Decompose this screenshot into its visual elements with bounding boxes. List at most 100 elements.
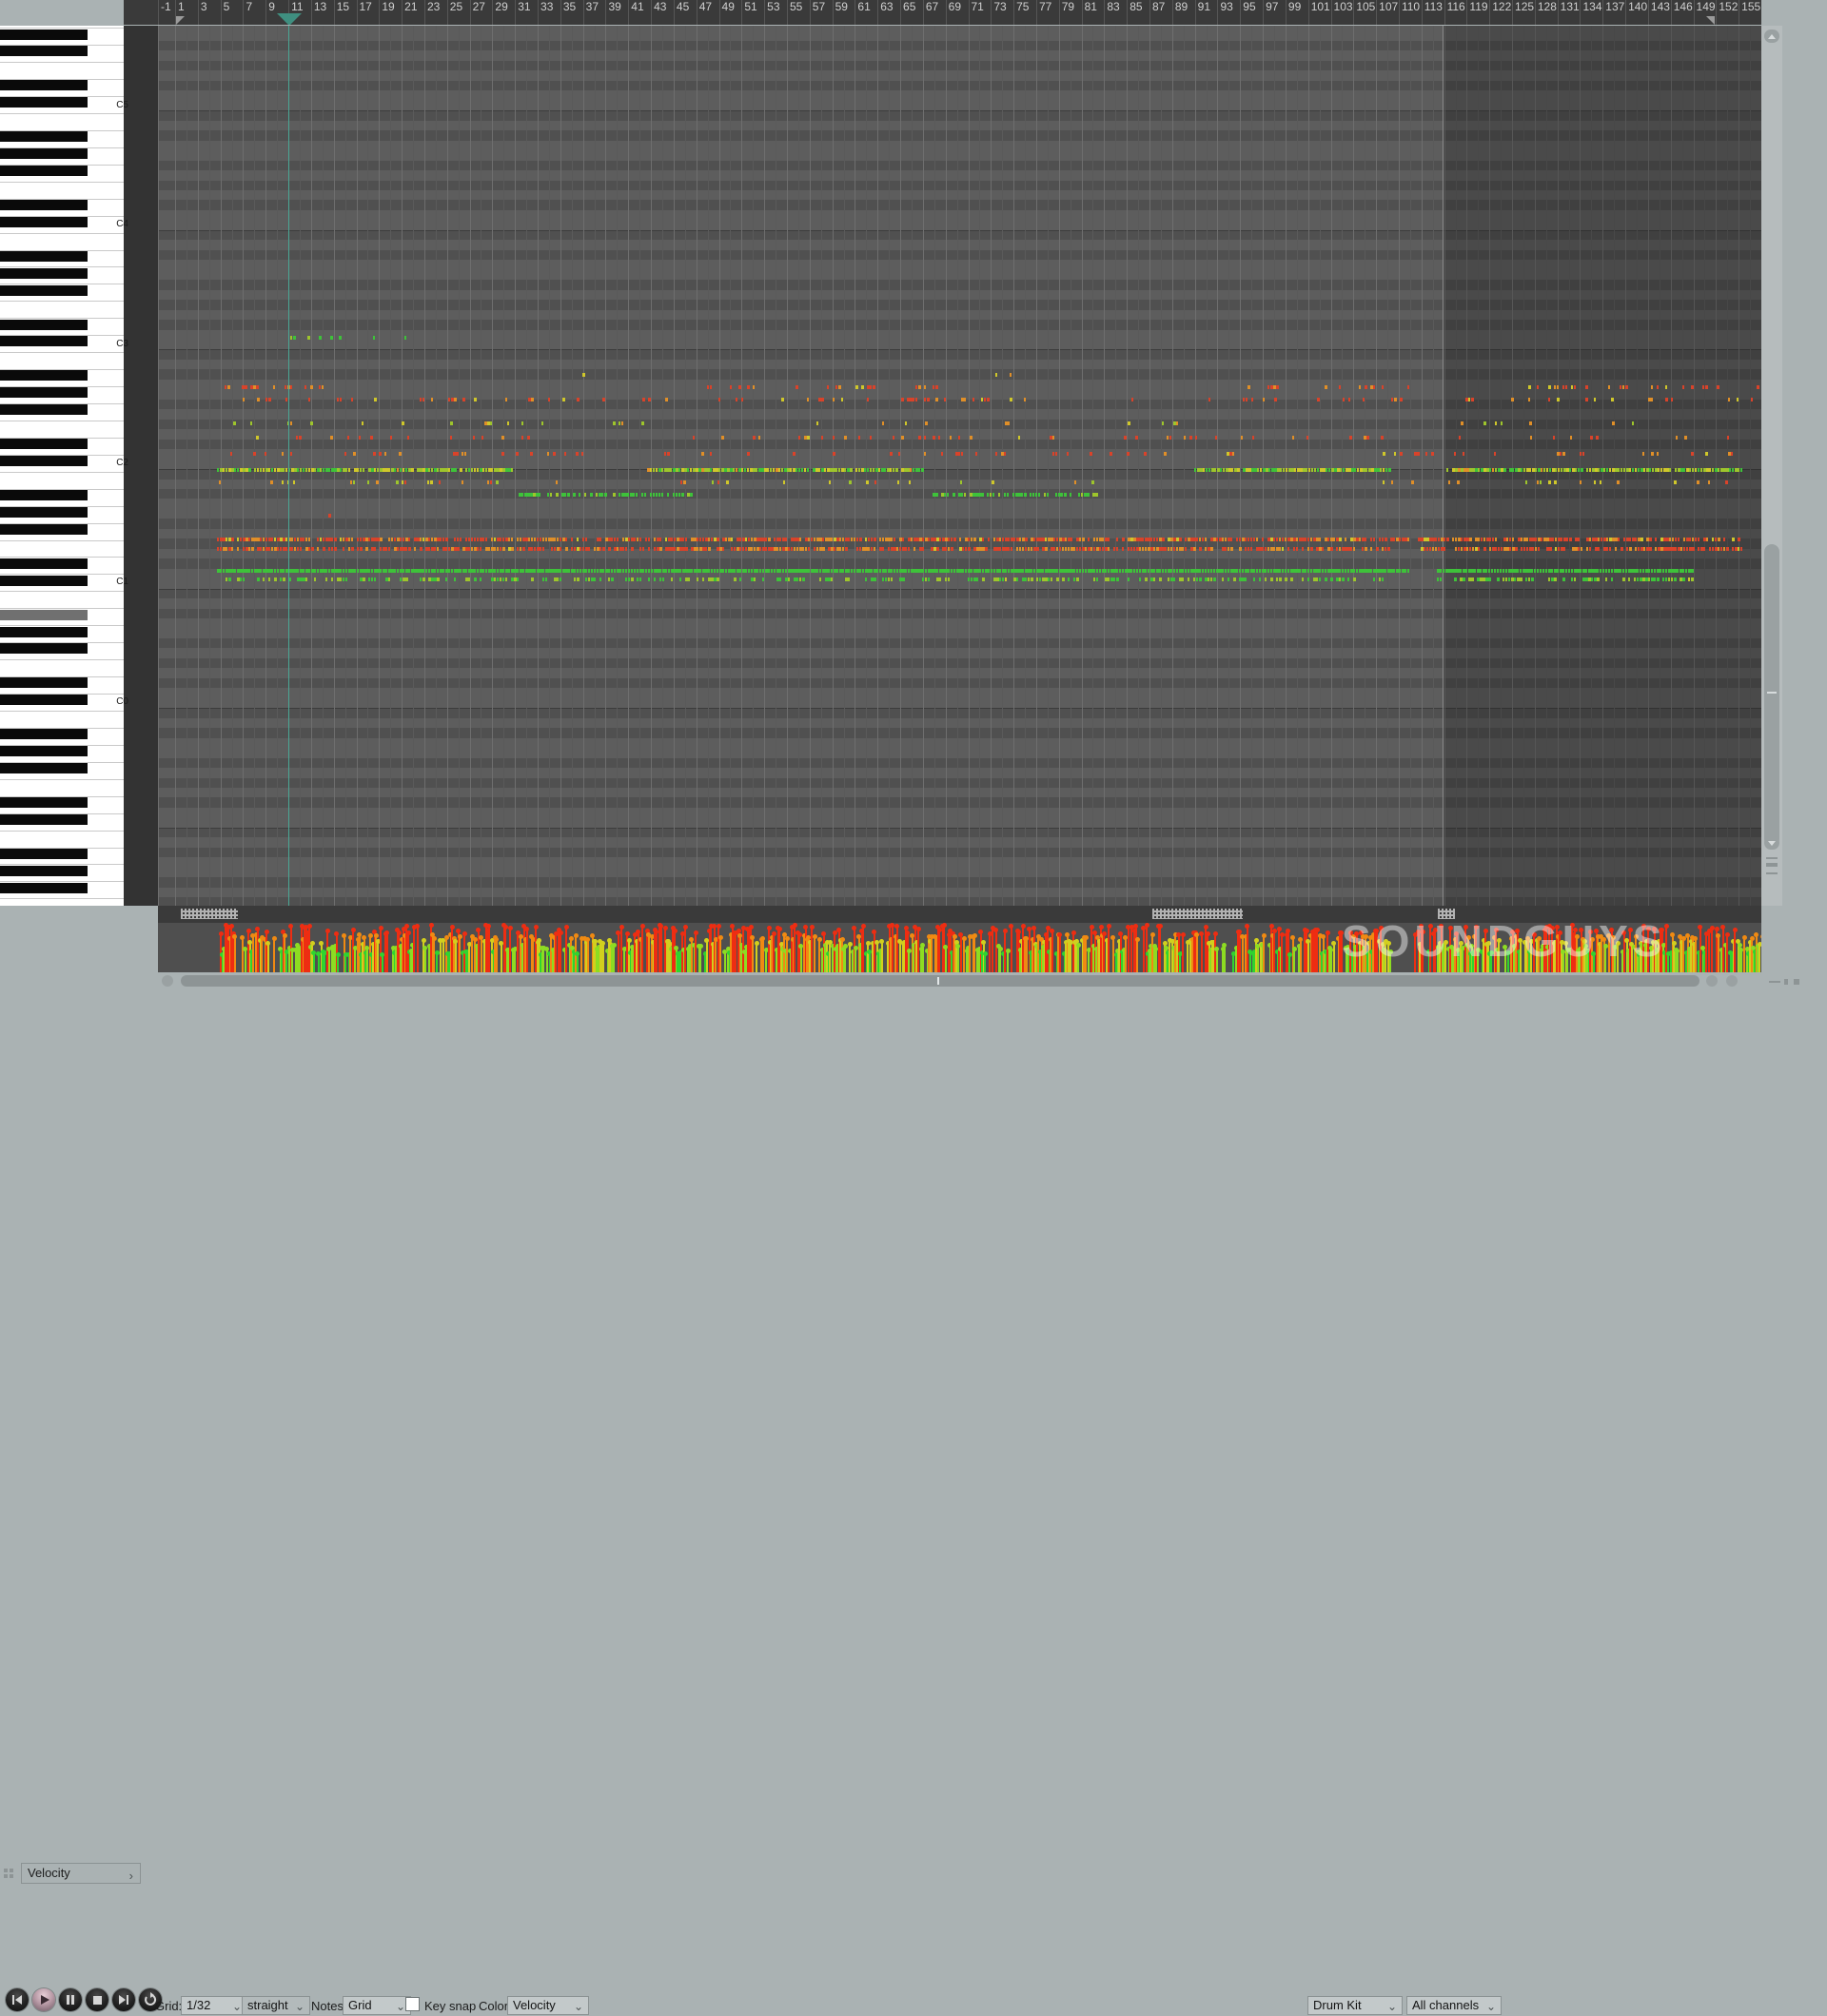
- midi-note[interactable]: [658, 493, 660, 497]
- midi-note[interactable]: [473, 436, 475, 440]
- velocity-handle[interactable]: [1589, 937, 1595, 943]
- midi-note[interactable]: [1345, 538, 1346, 541]
- midi-note[interactable]: [1205, 538, 1207, 541]
- velocity-handle[interactable]: [306, 923, 312, 929]
- midi-note[interactable]: [1440, 577, 1442, 581]
- midi-note[interactable]: [1350, 547, 1352, 551]
- velocity-bar[interactable]: [377, 941, 379, 972]
- midi-note[interactable]: [556, 493, 559, 497]
- velocity-handle[interactable]: [1741, 934, 1747, 940]
- piano-black-key[interactable]: [0, 626, 88, 637]
- midi-note[interactable]: [1608, 385, 1611, 389]
- midi-note[interactable]: [633, 493, 635, 497]
- midi-note[interactable]: [910, 468, 912, 472]
- midi-note[interactable]: [1717, 385, 1719, 389]
- midi-note[interactable]: [542, 547, 545, 551]
- midi-note[interactable]: [1709, 547, 1711, 551]
- midi-note[interactable]: [935, 385, 939, 389]
- midi-note[interactable]: [939, 538, 941, 541]
- midi-note[interactable]: [644, 493, 647, 497]
- midi-note[interactable]: [1620, 569, 1621, 573]
- midi-note[interactable]: [1144, 452, 1147, 456]
- midi-note[interactable]: [753, 385, 756, 389]
- midi-note[interactable]: [1339, 547, 1341, 551]
- midi-note[interactable]: [380, 538, 383, 541]
- midi-note[interactable]: [1532, 547, 1535, 551]
- velocity-handle[interactable]: [915, 926, 921, 931]
- midi-note[interactable]: [1008, 547, 1011, 551]
- velocity-handle[interactable]: [736, 928, 741, 933]
- velocity-bar[interactable]: [695, 932, 697, 972]
- midi-note[interactable]: [314, 577, 317, 581]
- midi-note[interactable]: [368, 577, 370, 581]
- midi-note[interactable]: [1660, 569, 1661, 573]
- midi-note[interactable]: [851, 569, 854, 573]
- midi-note[interactable]: [1004, 452, 1006, 456]
- midi-note[interactable]: [893, 468, 895, 472]
- velocity-handle[interactable]: [1245, 924, 1250, 930]
- piano-black-key[interactable]: [0, 267, 88, 279]
- midi-note[interactable]: [1222, 538, 1224, 541]
- velocity-handle[interactable]: [1290, 934, 1296, 940]
- midi-note[interactable]: [308, 538, 311, 541]
- midi-note[interactable]: [571, 547, 573, 551]
- midi-note[interactable]: [1417, 452, 1420, 456]
- midi-note[interactable]: [1623, 538, 1625, 541]
- midi-note[interactable]: [1038, 493, 1040, 497]
- velocity-handle[interactable]: [309, 940, 315, 946]
- midi-note[interactable]: [374, 547, 376, 551]
- midi-note[interactable]: [1565, 569, 1567, 573]
- midi-note[interactable]: [924, 452, 927, 456]
- midi-note[interactable]: [271, 538, 273, 541]
- midi-note[interactable]: [480, 547, 482, 551]
- velocity-bar[interactable]: [1306, 941, 1309, 972]
- midi-note[interactable]: [702, 538, 705, 541]
- velocity-handle[interactable]: [1483, 928, 1488, 933]
- midi-note[interactable]: [736, 468, 737, 472]
- midi-note[interactable]: [1210, 547, 1213, 551]
- velocity-bar[interactable]: [715, 939, 717, 972]
- midi-note[interactable]: [1652, 468, 1654, 472]
- midi-note[interactable]: [521, 421, 523, 425]
- midi-note[interactable]: [879, 569, 882, 573]
- midi-note[interactable]: [631, 569, 634, 573]
- midi-note[interactable]: [961, 493, 963, 497]
- midi-note[interactable]: [1648, 577, 1650, 581]
- velocity-handle[interactable]: [1749, 935, 1755, 941]
- midi-note[interactable]: [1340, 468, 1343, 472]
- midi-note[interactable]: [1022, 547, 1024, 551]
- midi-note[interactable]: [1002, 577, 1004, 581]
- velocity-bar[interactable]: [1498, 940, 1501, 972]
- midi-note[interactable]: [950, 436, 952, 440]
- midi-note[interactable]: [319, 385, 322, 389]
- midi-note[interactable]: [1213, 569, 1216, 573]
- velocity-bar[interactable]: [1051, 930, 1053, 972]
- midi-note[interactable]: [1327, 538, 1330, 541]
- midi-note[interactable]: [502, 577, 505, 581]
- midi-note[interactable]: [648, 398, 651, 401]
- midi-note[interactable]: [474, 577, 477, 581]
- midi-note[interactable]: [1431, 452, 1434, 456]
- velocity-bar[interactable]: [285, 951, 287, 972]
- velocity-handle[interactable]: [1724, 931, 1730, 937]
- midi-note[interactable]: [1394, 452, 1396, 456]
- midi-note[interactable]: [1239, 547, 1242, 551]
- midi-note[interactable]: [808, 569, 811, 573]
- midi-note[interactable]: [547, 493, 550, 497]
- velocity-bar[interactable]: [337, 954, 340, 972]
- midi-note[interactable]: [1305, 569, 1306, 573]
- midi-note[interactable]: [981, 398, 983, 401]
- midi-note[interactable]: [1299, 569, 1302, 573]
- midi-note[interactable]: [1665, 385, 1668, 389]
- velocity-handle[interactable]: [1563, 941, 1569, 947]
- midi-note[interactable]: [751, 538, 753, 541]
- midi-note[interactable]: [1096, 577, 1098, 581]
- midi-note[interactable]: [1366, 436, 1370, 440]
- midi-note[interactable]: [1531, 569, 1534, 573]
- midi-note[interactable]: [1142, 547, 1145, 551]
- midi-note[interactable]: [1202, 569, 1204, 573]
- velocity-handle[interactable]: [611, 942, 617, 948]
- midi-note[interactable]: [331, 577, 333, 581]
- piano-black-key[interactable]: [0, 370, 88, 382]
- midi-note[interactable]: [1176, 569, 1179, 573]
